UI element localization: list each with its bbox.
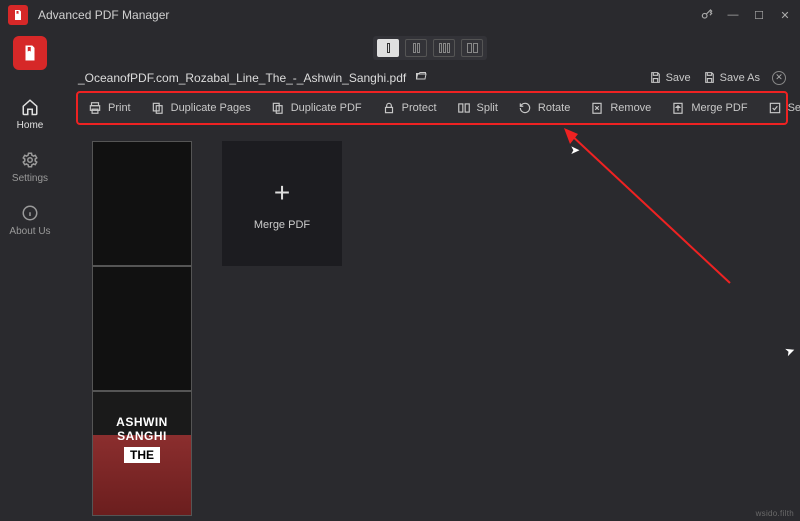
- key-icon[interactable]: [700, 7, 714, 24]
- print-button[interactable]: Print: [78, 93, 141, 123]
- open-folder-icon[interactable]: [414, 70, 428, 85]
- protect-button[interactable]: Protect: [372, 93, 447, 123]
- close-button[interactable]: ✕: [778, 9, 792, 22]
- split-button[interactable]: Split: [447, 93, 508, 123]
- sidebar-item-about[interactable]: About Us: [0, 194, 60, 247]
- select-all-button[interactable]: Select All: [758, 93, 800, 123]
- close-document-button[interactable]: ✕: [772, 71, 786, 85]
- sidebar-home-label: Home: [17, 120, 44, 131]
- maximize-button[interactable]: ☐: [752, 9, 766, 22]
- sidebar-item-home[interactable]: Home: [0, 88, 60, 141]
- view-two-button[interactable]: [405, 39, 427, 57]
- sidebar-item-settings[interactable]: Settings: [0, 141, 60, 194]
- cover-author: ASHWIN SANGHI: [93, 415, 191, 443]
- rotate-button[interactable]: Rotate: [508, 93, 580, 123]
- document-block: _OceanofPDF.com_Rozabal_Line_The_-_Ashwi…: [78, 70, 786, 521]
- cover-title: THE: [124, 447, 160, 463]
- action-toolbar: Print Duplicate Pages Duplicate PDF Prot…: [78, 93, 786, 123]
- duplicate-pages-button[interactable]: Duplicate Pages: [141, 93, 261, 123]
- duplicate-pdf-button[interactable]: Duplicate PDF: [261, 93, 372, 123]
- merge-tile-label: Merge PDF: [254, 219, 310, 231]
- window-controls: — ☐ ✕: [700, 7, 792, 24]
- sidebar-logo-icon: [13, 36, 47, 70]
- save-label: Save: [666, 72, 691, 84]
- watermark-text: wsido.filth: [756, 509, 794, 518]
- app-title: Advanced PDF Manager: [38, 8, 700, 22]
- view-single-button[interactable]: [377, 39, 399, 57]
- plus-icon: +: [274, 177, 290, 209]
- sidebar-about-label: About Us: [9, 226, 50, 237]
- document-header: _OceanofPDF.com_Rozabal_Line_The_-_Ashwi…: [78, 70, 786, 85]
- app-logo-icon: [8, 5, 28, 25]
- view-split-button[interactable]: [461, 39, 483, 57]
- save-as-button[interactable]: Save As: [703, 71, 760, 84]
- sidebar-settings-label: Settings: [12, 173, 48, 184]
- main-area: _OceanofPDF.com_Rozabal_Line_The_-_Ashwi…: [60, 30, 800, 521]
- view-toolbar: [60, 30, 800, 70]
- remove-button[interactable]: Remove: [580, 93, 661, 123]
- minimize-button[interactable]: —: [726, 9, 740, 21]
- document-filename: _OceanofPDF.com_Rozabal_Line_The_-_Ashwi…: [78, 71, 406, 85]
- merge-pdf-tile[interactable]: + Merge PDF: [222, 141, 342, 266]
- save-button[interactable]: Save: [649, 71, 691, 84]
- page-thumbnail[interactable]: ASHWIN SANGHI THE: [92, 391, 192, 516]
- view-three-button[interactable]: [433, 39, 455, 57]
- sidebar: Home Settings About Us: [0, 30, 60, 521]
- title-bar: Advanced PDF Manager — ☐ ✕: [0, 0, 800, 30]
- save-as-label: Save As: [720, 72, 760, 84]
- view-mode-group: [373, 36, 487, 60]
- merge-pdf-button[interactable]: Merge PDF: [661, 93, 757, 123]
